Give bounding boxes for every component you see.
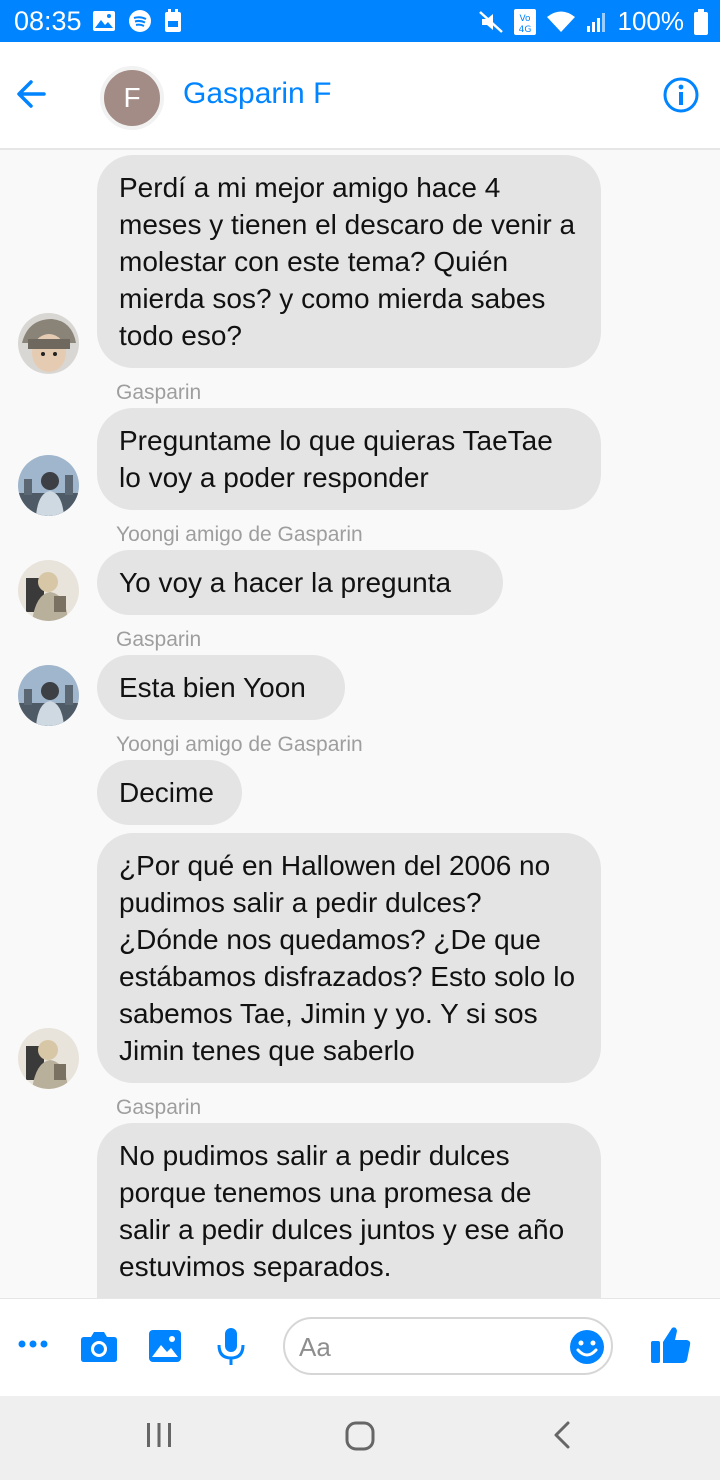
message-composer	[0, 1298, 720, 1397]
calendar-icon	[165, 9, 181, 32]
sender-name: Yoongi amigo de Gasparin	[116, 733, 363, 756]
message-bubble[interactable]: Esta bien Yoon	[97, 655, 345, 720]
message-list[interactable]: Perdí a mi mejor amigo hace 4 meses y ti…	[0, 150, 720, 1298]
gallery-icon[interactable]	[148, 1329, 182, 1363]
sender-name: Gasparin	[116, 1096, 202, 1119]
svg-text:4G: 4G	[518, 25, 531, 35]
microphone-icon[interactable]	[216, 1327, 246, 1367]
recent-apps-icon[interactable]	[144, 1420, 174, 1450]
status-bar: 08:35 Vo 4G 100%	[0, 0, 720, 42]
signal-icon	[586, 12, 605, 32]
gallery-icon	[93, 11, 115, 31]
message-bubble[interactable]: Preguntame lo que quieras TaeTae lo voy …	[97, 408, 601, 510]
camera-icon[interactable]	[80, 1329, 118, 1363]
battery-percent: 100%	[617, 6, 685, 36]
home-icon[interactable]	[344, 1420, 376, 1452]
conversation-header: F Gasparin F	[0, 42, 720, 150]
status-time: 08:35	[14, 6, 82, 36]
back-arrow-icon[interactable]	[12, 74, 52, 114]
message-input[interactable]	[297, 1329, 561, 1365]
more-options-icon[interactable]	[18, 1339, 48, 1349]
avatar-gasparin[interactable]	[18, 665, 79, 726]
avatar-beanie[interactable]	[18, 313, 79, 374]
system-nav-bar	[0, 1396, 720, 1480]
contact-name[interactable]: Gasparin F	[183, 77, 331, 111]
avatar-yoongi[interactable]	[18, 560, 79, 621]
mute-icon	[478, 10, 503, 33]
message-bubble[interactable]: No pudimos salir a pedir dulces porque t…	[97, 1123, 601, 1298]
sender-name: Gasparin	[116, 628, 202, 651]
message-input-box[interactable]	[283, 1317, 613, 1375]
avatar-yoongi[interactable]	[18, 1028, 79, 1089]
emoji-icon[interactable]	[569, 1329, 605, 1365]
status-left-icons	[92, 9, 182, 33]
message-bubble[interactable]: ¿Por qué en Hallowen del 2006 no pudimos…	[97, 833, 601, 1083]
svg-text:Vo: Vo	[519, 14, 530, 24]
spotify-icon	[129, 10, 151, 32]
sender-name: Gasparin	[116, 381, 202, 404]
status-right-icons: Vo 4G 100%	[478, 6, 708, 37]
avatar-gasparin[interactable]	[18, 455, 79, 516]
battery-icon	[694, 8, 708, 35]
wifi-icon	[546, 11, 575, 32]
message-bubble[interactable]: Perdí a mi mejor amigo hace 4 meses y ti…	[97, 155, 601, 368]
volte-icon: Vo 4G	[513, 8, 536, 35]
info-icon[interactable]	[662, 76, 700, 114]
like-thumbs-up-icon[interactable]	[650, 1325, 692, 1365]
back-nav-icon[interactable]	[550, 1420, 576, 1450]
message-bubble[interactable]: Decime	[97, 760, 242, 825]
contact-avatar[interactable]: F	[100, 66, 164, 130]
sender-name: Yoongi amigo de Gasparin	[116, 523, 363, 546]
message-bubble[interactable]: Yo voy a hacer la pregunta	[97, 550, 503, 615]
